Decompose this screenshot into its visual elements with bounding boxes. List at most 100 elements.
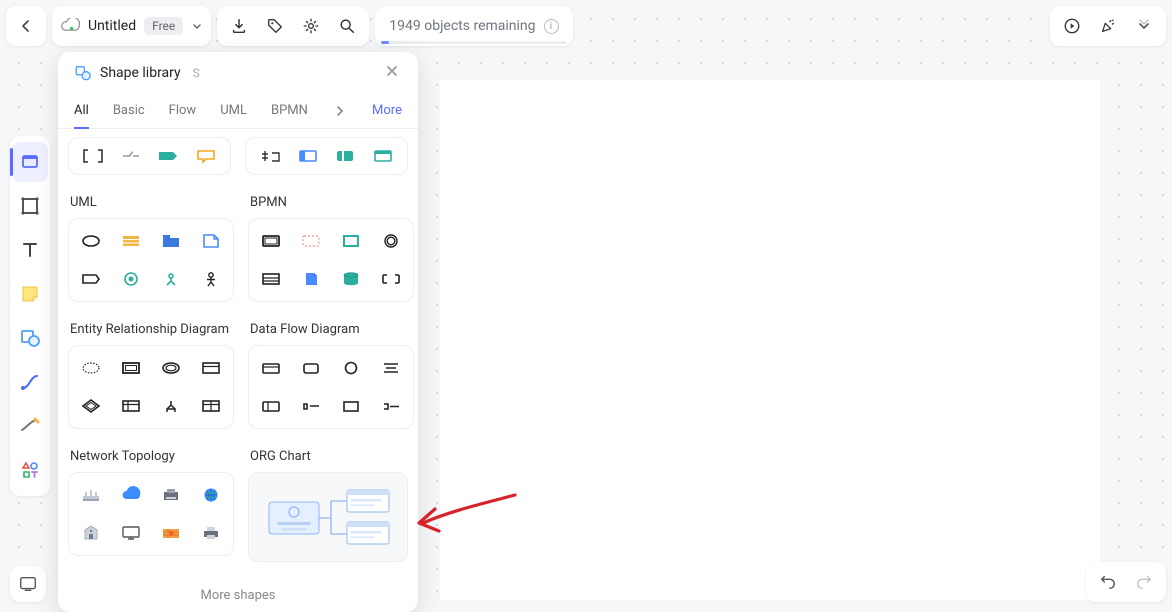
usage-bar [381, 41, 566, 44]
canvas-page[interactable] [440, 80, 1100, 600]
shape-erd-frame[interactable] [117, 394, 145, 418]
shape-erd-table[interactable] [197, 356, 225, 380]
shape-bpmn-subprocess[interactable] [256, 144, 284, 168]
category-erd: Entity Relationship Diagram [70, 322, 234, 337]
shape-net-firewall[interactable] [157, 521, 185, 545]
tool-sticky-note[interactable] [12, 274, 48, 314]
party-icon [1099, 17, 1117, 35]
shape-dfd-process1[interactable] [257, 356, 285, 380]
shape-net-printer[interactable] [197, 521, 225, 545]
tool-card[interactable] [12, 142, 48, 182]
settings-button[interactable] [293, 6, 329, 46]
play-icon [1063, 17, 1081, 35]
category-bpmn: BPMN [250, 195, 414, 210]
tool-connector[interactable] [12, 362, 48, 402]
shape-bpmn-task[interactable] [257, 229, 285, 253]
tool-text[interactable] [12, 230, 48, 270]
shape-erd-grid[interactable] [197, 394, 225, 418]
search-button[interactable] [329, 6, 365, 46]
help-button[interactable] [10, 566, 46, 602]
shape-erd-multival[interactable] [157, 356, 185, 380]
shape-bpmn-table[interactable] [257, 267, 285, 291]
shape-net-fax[interactable] [157, 483, 185, 507]
object-status-bar[interactable]: 1949 objects remaining i [375, 6, 572, 46]
category-dfd: Data Flow Diagram [250, 322, 414, 337]
shape-dfd-store3[interactable] [377, 394, 405, 418]
category-net: Network Topology [70, 449, 234, 464]
info-icon[interactable]: i [544, 19, 559, 34]
shape-flow-arrow[interactable] [154, 144, 182, 168]
shape-net-building[interactable] [77, 521, 105, 545]
shape-net-router[interactable] [77, 483, 105, 507]
shape-dfd-process2[interactable] [297, 356, 325, 380]
tool-shapes[interactable] [12, 318, 48, 358]
shape-erd-weak-entity[interactable] [77, 356, 105, 380]
shape-uml-fork[interactable] [157, 267, 185, 291]
shape-bpmn-datastore[interactable] [337, 267, 365, 291]
shape-dfd-store2[interactable] [297, 394, 325, 418]
shape-flow-brackets[interactable] [79, 144, 107, 168]
shape-erd-entity[interactable] [117, 356, 145, 380]
shape-uml-list[interactable] [117, 229, 145, 253]
shape-dfd-store1[interactable] [377, 356, 405, 380]
shape-flow-callout[interactable] [192, 144, 220, 168]
category-uml: UML [70, 195, 234, 210]
shape-bpmn-card[interactable] [369, 144, 397, 168]
undo-button[interactable] [1090, 562, 1126, 602]
shape-bpmn-end[interactable] [377, 229, 405, 253]
shape-bpmn-task-blue[interactable] [294, 144, 322, 168]
undo-icon [1099, 573, 1117, 591]
shape-net-cloud[interactable] [117, 483, 145, 507]
tabs-scroll-right[interactable] [332, 105, 348, 117]
category-org: ORG Chart [250, 449, 408, 464]
celebrate-button[interactable] [1090, 6, 1126, 46]
shape-net-globe[interactable] [197, 483, 225, 507]
shape-net-monitor[interactable] [117, 521, 145, 545]
tool-pen[interactable] [12, 406, 48, 446]
close-button[interactable] [382, 62, 402, 83]
tool-more-shapes[interactable] [12, 450, 48, 490]
download-icon [230, 17, 248, 35]
shape-dfd-rect[interactable] [337, 394, 365, 418]
shape-tabs: All Basic Flow UML BPMN More [58, 93, 418, 129]
shape-bpmn-call[interactable] [337, 229, 365, 253]
shape-uml-send[interactable] [77, 267, 105, 291]
title-menu-chevron-icon[interactable] [191, 20, 203, 32]
shape-uml-actor[interactable] [197, 267, 225, 291]
tab-bpmn[interactable]: BPMN [271, 93, 308, 128]
shape-flow-connector[interactable] [117, 144, 145, 168]
back-button[interactable] [6, 6, 46, 46]
shape-bpmn-expand[interactable] [377, 267, 405, 291]
panel-shortcut-hint: S [193, 66, 200, 80]
shape-bpmn-group[interactable] [297, 229, 325, 253]
shape-dfd-entity[interactable] [337, 356, 365, 380]
tab-all[interactable]: All [74, 93, 89, 128]
tool-frame[interactable] [12, 186, 48, 226]
shape-bpmn-task-green[interactable] [331, 144, 359, 168]
tab-uml[interactable]: UML [220, 93, 247, 128]
more-actions-button[interactable] [1126, 6, 1162, 46]
tag-icon [266, 17, 284, 35]
tab-flow[interactable]: Flow [169, 93, 197, 128]
tab-more[interactable]: More [372, 103, 402, 118]
org-chart-template[interactable] [248, 472, 408, 562]
shape-uml-note[interactable] [197, 229, 225, 253]
more-shapes-button[interactable]: More shapes [68, 576, 408, 612]
shape-uml-state[interactable] [117, 267, 145, 291]
document-title-bar[interactable]: Untitled Free [52, 6, 211, 46]
object-status-text: 1949 objects remaining [389, 18, 535, 34]
download-button[interactable] [221, 6, 257, 46]
tag-button[interactable] [257, 6, 293, 46]
tab-basic[interactable]: Basic [113, 93, 145, 128]
play-button[interactable] [1054, 6, 1090, 46]
shape-uml-package[interactable] [157, 229, 185, 253]
plan-badge: Free [144, 17, 183, 35]
shape-erd-generalization[interactable] [157, 394, 185, 418]
shape-erd-relationship[interactable] [77, 394, 105, 418]
search-icon [338, 17, 356, 35]
shape-uml-usecase[interactable] [77, 229, 105, 253]
shape-dfd-process3[interactable] [257, 394, 285, 418]
shape-bpmn-data[interactable] [297, 267, 325, 291]
redo-button[interactable] [1126, 562, 1162, 602]
cloud-sync-icon [60, 18, 80, 34]
